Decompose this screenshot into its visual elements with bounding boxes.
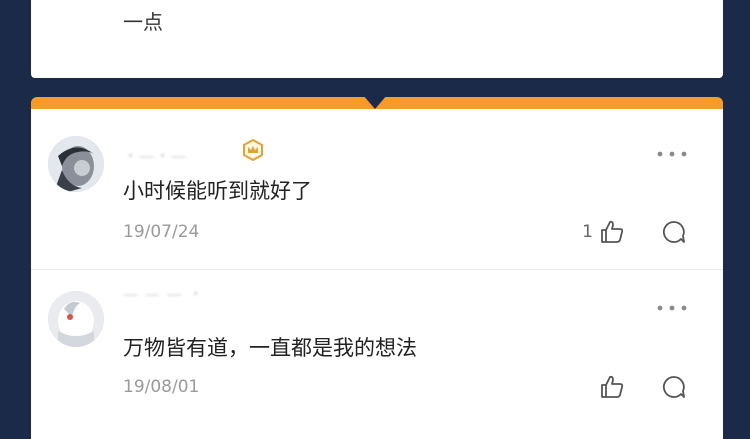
previous-comment-card: 一点 [31, 0, 723, 78]
comment-text: 万物皆有道，一直都是我的想法 [123, 336, 417, 360]
like-count: 1 [582, 222, 593, 242]
more-dots-icon[interactable] [655, 303, 689, 313]
comment-bubble-icon[interactable] [661, 219, 687, 245]
comment-bubble-icon[interactable] [661, 374, 687, 400]
comment-list: ・—・— 小时候能听到就好了 19/07/24 1 — — — ・ 万物皆有道，… [31, 109, 723, 439]
comment-item: — — — ・ 万物皆有道，一直都是我的想法 19/08/01 [31, 271, 723, 431]
avatar[interactable] [48, 136, 104, 192]
comment-item: ・—・— 小时候能听到就好了 19/07/24 1 [31, 109, 723, 270]
section-notch [363, 95, 387, 109]
thumbs-up-icon [601, 375, 624, 398]
like-button[interactable]: 1 [582, 218, 625, 246]
thumbs-up-icon [601, 220, 624, 243]
avatar[interactable] [48, 291, 104, 347]
comment-text: 小时候能听到就好了 [123, 179, 312, 203]
more-dots-icon[interactable] [655, 149, 689, 159]
previous-comment-text: 一点 [123, 10, 163, 34]
crown-badge-icon [243, 139, 263, 161]
comment-date: 19/08/01 [123, 377, 200, 397]
username[interactable]: — — — ・ [123, 283, 204, 304]
divider [31, 269, 723, 270]
comment-date: 19/07/24 [123, 222, 200, 242]
username[interactable]: ・—・— [123, 145, 187, 166]
like-button[interactable] [593, 373, 625, 401]
